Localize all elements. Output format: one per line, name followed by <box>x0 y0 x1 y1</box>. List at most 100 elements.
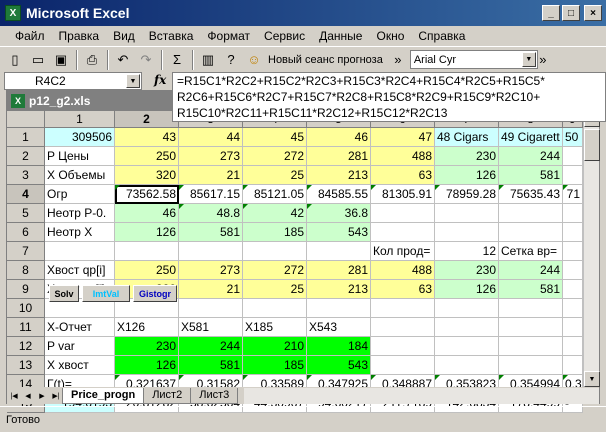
cell[interactable] <box>435 223 499 242</box>
cell[interactable]: 71 <box>563 185 583 204</box>
help-icon[interactable]: ? <box>220 49 242 71</box>
cell[interactable]: 49 Cigarett <box>499 128 563 147</box>
cell[interactable]: 230 <box>435 147 499 166</box>
cell[interactable]: 21 <box>179 166 243 185</box>
cell[interactable] <box>45 242 115 261</box>
cell[interactable] <box>371 356 435 375</box>
cell[interactable] <box>563 223 583 242</box>
row-header[interactable]: 1 <box>7 128 45 147</box>
autosum-button[interactable]: Σ <box>166 49 188 71</box>
horizontal-scrollbar[interactable] <box>244 387 599 404</box>
cell[interactable]: 25 <box>243 166 307 185</box>
toolbar-overflow-icon[interactable]: » <box>393 49 403 71</box>
name-box[interactable]: R4C2 ▼ <box>4 72 142 90</box>
chevron-down-icon[interactable]: ▼ <box>126 74 140 88</box>
cell[interactable]: Хвост qp[i] <box>45 261 115 280</box>
chevron-down-icon[interactable]: ▼ <box>521 52 536 67</box>
cell[interactable]: 244 <box>499 147 563 166</box>
cell[interactable] <box>563 147 583 166</box>
cell[interactable]: X-Отчет <box>45 318 115 337</box>
cell[interactable] <box>371 337 435 356</box>
menu-item-4[interactable]: Формат <box>200 27 257 45</box>
cell[interactable] <box>563 204 583 223</box>
row-header[interactable]: 13 <box>7 356 45 375</box>
print-icon[interactable]: ⎙ <box>81 49 103 71</box>
cell[interactable]: 126 <box>435 166 499 185</box>
cell[interactable]: 47 <box>371 128 435 147</box>
cell[interactable]: 581 <box>179 356 243 375</box>
cell[interactable] <box>435 204 499 223</box>
cell[interactable]: Кол прод= <box>371 242 435 261</box>
sheet-tab-list2[interactable]: Лист2 <box>143 387 192 404</box>
cell[interactable]: P Цены <box>45 147 115 166</box>
cell[interactable]: 230 <box>435 261 499 280</box>
cell[interactable] <box>371 223 435 242</box>
cell[interactable]: 272 <box>243 261 307 280</box>
cell[interactable] <box>371 299 435 318</box>
row-header[interactable]: 7 <box>7 242 45 261</box>
cell[interactable]: 36.8 <box>307 204 371 223</box>
cell[interactable]: 184 <box>307 337 371 356</box>
forecast-session-button[interactable]: Новый сеанс прогноза <box>268 54 383 66</box>
cell[interactable]: 244 <box>499 261 563 280</box>
cell[interactable] <box>435 356 499 375</box>
scroll-thumb[interactable] <box>584 129 600 161</box>
cell[interactable]: 488 <box>371 147 435 166</box>
chart-icon[interactable]: ▥ <box>197 49 219 71</box>
cell[interactable] <box>499 356 563 375</box>
font-name-select[interactable]: Arial Cyr ▼ <box>409 50 538 69</box>
cell[interactable]: 85121.05 <box>243 185 307 204</box>
cell[interactable]: P var <box>45 337 115 356</box>
cell[interactable]: 281 <box>307 147 371 166</box>
row-header[interactable]: 11 <box>7 318 45 337</box>
gistogr-button[interactable]: Gistogr <box>133 285 177 302</box>
cell[interactable]: 185 <box>243 356 307 375</box>
cell[interactable] <box>307 242 371 261</box>
cell[interactable] <box>243 299 307 318</box>
cell[interactable]: 581 <box>179 223 243 242</box>
cell[interactable]: 230 <box>115 337 179 356</box>
sheet-tab-list3[interactable]: Лист3 <box>190 387 239 404</box>
cell[interactable]: 50 <box>563 128 583 147</box>
cell[interactable]: 543 <box>307 223 371 242</box>
prev-sheet-icon[interactable]: ◀ <box>21 389 35 403</box>
toolbar-overflow-icon[interactable]: » <box>538 49 548 71</box>
cell[interactable] <box>563 261 583 280</box>
select-all-corner[interactable] <box>7 111 45 128</box>
cell[interactable] <box>499 299 563 318</box>
cell[interactable]: 44 <box>179 128 243 147</box>
cell[interactable]: 126 <box>115 356 179 375</box>
cell[interactable] <box>307 299 371 318</box>
cell[interactable]: 63 <box>371 166 435 185</box>
cell[interactable]: 126 <box>115 223 179 242</box>
cell[interactable]: 45 <box>243 128 307 147</box>
cell[interactable]: 185 <box>243 223 307 242</box>
cell[interactable]: 488 <box>371 261 435 280</box>
cell[interactable] <box>563 242 583 261</box>
cell[interactable] <box>435 299 499 318</box>
open-folder-icon[interactable]: ▭ <box>27 49 49 71</box>
cell[interactable] <box>115 242 179 261</box>
cell[interactable]: Неотр P-0. <box>45 204 115 223</box>
cell[interactable]: 126 <box>435 280 499 299</box>
row-header[interactable]: 4 <box>7 185 45 204</box>
cell[interactable]: 46 <box>307 128 371 147</box>
cell[interactable]: X126 <box>115 318 179 337</box>
cell[interactable]: 48 Cigars <box>435 128 499 147</box>
cell[interactable]: 213 <box>307 280 371 299</box>
cell[interactable]: 581 <box>499 280 563 299</box>
cell[interactable]: 543 <box>307 356 371 375</box>
undo-icon[interactable]: ↶ <box>112 49 134 71</box>
cell[interactable]: 81305.91 <box>371 185 435 204</box>
cell[interactable] <box>563 337 583 356</box>
cell[interactable] <box>179 299 243 318</box>
row-header[interactable]: 6 <box>7 223 45 242</box>
cell[interactable]: 581 <box>499 166 563 185</box>
cell[interactable]: 250 <box>115 147 179 166</box>
cell[interactable] <box>499 223 563 242</box>
row-header[interactable]: 9 <box>7 280 45 299</box>
cell[interactable]: 43 <box>115 128 179 147</box>
cell[interactable]: X хвост <box>45 356 115 375</box>
cell[interactable]: 250 <box>115 261 179 280</box>
menu-item-0[interactable]: Файл <box>8 27 52 45</box>
